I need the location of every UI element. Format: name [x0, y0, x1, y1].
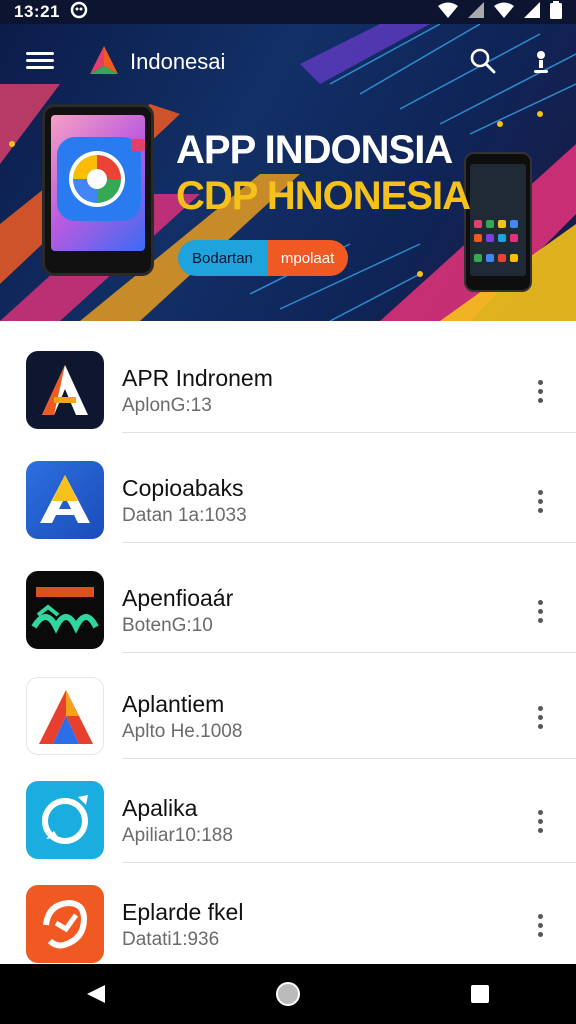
- system-navigation-bar: [0, 964, 576, 1024]
- more-options-icon[interactable]: [526, 703, 554, 731]
- app-subtitle: AplonG:13: [122, 395, 212, 416]
- home-icon[interactable]: [268, 974, 308, 1014]
- list-item[interactable]: Eplarde fkel Datati1:936: [0, 855, 576, 963]
- app-subtitle: Datati1:936: [122, 929, 220, 950]
- recents-icon[interactable]: [460, 974, 500, 1014]
- search-icon[interactable]: [468, 46, 498, 76]
- more-options-icon[interactable]: [526, 807, 554, 835]
- app-title: Indonesai: [130, 49, 226, 74]
- menu-icon[interactable]: [26, 48, 54, 72]
- app-name: Copioabaks: [122, 475, 244, 501]
- status-time: 13:21: [14, 2, 60, 21]
- app-a-white-icon: [26, 677, 104, 755]
- app-a-dark-icon: [26, 351, 104, 429]
- status-bar: 13:21: [0, 0, 576, 24]
- list-item[interactable]: Aplantiem Aplto He.1008: [0, 647, 576, 759]
- list-item[interactable]: Apenfioaár BotenG:10: [0, 541, 576, 653]
- app-name: Eplarde fkel: [122, 899, 244, 925]
- account-icon[interactable]: [528, 44, 554, 78]
- app-logo-large-icon: [57, 137, 145, 221]
- app-subtitle: Aplto He.1008: [122, 721, 243, 742]
- more-options-icon[interactable]: [526, 597, 554, 625]
- signal-icon-2: [524, 1, 540, 23]
- wifi-icon: [438, 2, 458, 23]
- app-subtitle: Datan 1a:1033: [122, 505, 247, 526]
- app-name: Apenfioaár: [122, 585, 234, 611]
- app-orange-icon: [26, 885, 104, 963]
- phone-mockup-right: [464, 152, 532, 292]
- app-name: APR Indronem: [122, 365, 273, 391]
- banner-button-group: Bodartan mpolaat: [178, 240, 349, 276]
- more-options-icon[interactable]: [526, 487, 554, 515]
- notification-icon: [70, 1, 88, 24]
- app-chat-icon: [26, 781, 104, 859]
- more-options-icon[interactable]: [526, 377, 554, 405]
- app-list: APR Indronem AplonG:13 Copioabaks Datan …: [0, 321, 576, 964]
- banner-primary-button[interactable]: Bodartan: [178, 240, 267, 276]
- list-item[interactable]: Copioabaks Datan 1a:1033: [0, 431, 576, 543]
- banner-title-line1: APP INDONSIA: [176, 128, 453, 172]
- signal-icon: [468, 1, 484, 23]
- phone-mockup-left: [42, 104, 154, 276]
- app-subtitle: Apiliar10:188: [122, 825, 233, 846]
- app-name: Aplantiem: [122, 691, 225, 717]
- app-name: Apalika: [122, 795, 198, 821]
- banner-secondary-button[interactable]: mpolaat: [266, 240, 349, 276]
- wifi-icon-2: [494, 2, 514, 23]
- back-icon[interactable]: [76, 974, 116, 1014]
- app-toolbar: Indonesai: [0, 24, 576, 96]
- list-item[interactable]: APR Indronem AplonG:13: [0, 321, 576, 433]
- more-options-icon[interactable]: [526, 911, 554, 939]
- app-a-blue-icon: [26, 461, 104, 539]
- app-logo: [88, 44, 120, 76]
- banner-title-line2: CDP HNONESIA: [176, 174, 471, 218]
- battery-icon: [550, 0, 562, 24]
- app-padata-icon: [26, 571, 104, 649]
- app-subtitle: BotenG:10: [122, 615, 213, 636]
- list-item[interactable]: Apalika Apiliar10:188: [0, 751, 576, 863]
